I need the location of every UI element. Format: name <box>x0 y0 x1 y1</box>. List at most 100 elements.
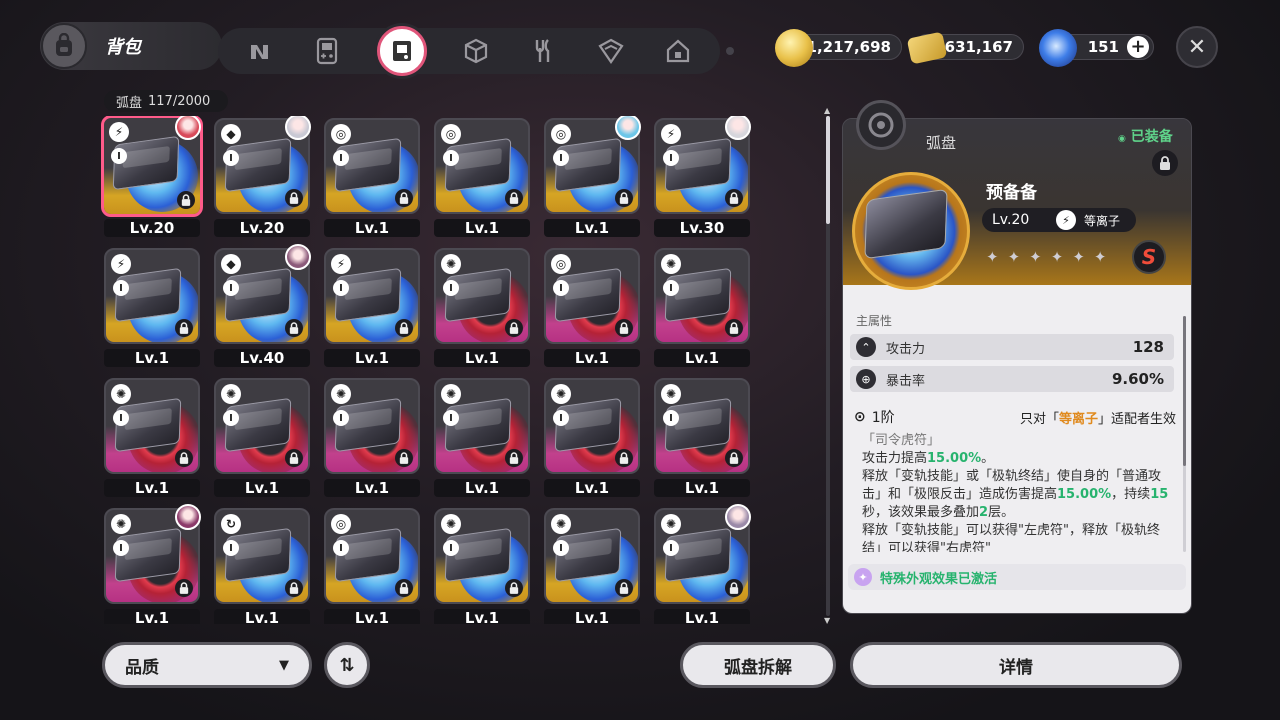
lock-icon[interactable] <box>395 319 413 337</box>
tier-row: ⊙ 1阶 只对「等离子」适配者生效 <box>854 406 1176 428</box>
tab-scroll-dot <box>726 47 734 55</box>
lock-icon[interactable] <box>505 449 523 467</box>
rank-icon: I <box>113 410 129 426</box>
disc-card[interactable]: ◎ I Lv.1 <box>320 116 420 240</box>
disc-card[interactable]: ✺ I Lv.1 <box>540 506 640 624</box>
lock-icon[interactable] <box>395 189 413 207</box>
lock-icon[interactable] <box>285 579 303 597</box>
disc-stars: ✦ ✦ ✦ ✦ ✦ ✦ <box>986 248 1106 266</box>
rank-icon: I <box>333 540 349 556</box>
lock-icon[interactable] <box>395 579 413 597</box>
close-button[interactable]: ✕ <box>1176 26 1218 68</box>
disc-level-label: Lv.1 <box>654 609 750 624</box>
detail-lock-button[interactable] <box>1152 150 1178 176</box>
rank-icon: I <box>223 150 239 166</box>
disc-card-art: ✺ I <box>324 378 420 474</box>
disc-card[interactable]: ↻ I Lv.1 <box>210 506 310 624</box>
disc-card[interactable]: ◎ I Lv.1 <box>320 506 420 624</box>
lock-icon[interactable] <box>285 449 303 467</box>
category-tabbar <box>218 26 720 76</box>
description-scrollbar-thumb[interactable] <box>1183 316 1186 466</box>
disc-level-label: Lv.20 <box>214 219 310 237</box>
lock-icon[interactable] <box>615 579 633 597</box>
agent-avatar <box>285 244 311 270</box>
disc-card[interactable]: ✺ I Lv.1 <box>430 246 530 370</box>
currency-polychrome[interactable]: 151 + <box>1039 29 1154 67</box>
disc-card[interactable]: ✺ I Lv.1 <box>540 376 640 500</box>
attribute-icon: ✺ <box>111 514 131 534</box>
disc-card[interactable]: ✺ I Lv.1 <box>100 504 201 624</box>
tab-disc-drive[interactable] <box>376 26 427 76</box>
lock-icon[interactable] <box>285 189 303 207</box>
lock-icon[interactable] <box>395 449 413 467</box>
lock-icon[interactable] <box>505 189 523 207</box>
equipped-dot-icon: ◉ <box>1118 134 1126 144</box>
dismantle-button[interactable]: 弧盘拆解 <box>680 642 836 688</box>
lock-icon[interactable] <box>505 319 523 337</box>
tab-food[interactable] <box>525 33 561 69</box>
lock-icon[interactable] <box>725 189 743 207</box>
lock-icon[interactable] <box>505 579 523 597</box>
lock-icon[interactable] <box>725 319 743 337</box>
disc-card[interactable]: ✺ I Lv.1 <box>430 376 530 500</box>
lock-icon[interactable] <box>175 449 193 467</box>
disc-drive-icon <box>392 41 411 61</box>
sort-button[interactable]: ⇅ <box>324 642 370 688</box>
lock-icon[interactable] <box>177 191 195 209</box>
tab-home[interactable] <box>660 33 696 69</box>
disc-card[interactable]: ✺ I Lv.1 <box>430 506 530 624</box>
disc-card[interactable]: ✺ I Lv.1 <box>210 376 310 500</box>
details-button[interactable]: 详情 <box>850 642 1182 688</box>
add-currency-button[interactable]: + <box>1127 36 1149 58</box>
disc-card[interactable]: ⚡ I Lv.1 <box>320 246 420 370</box>
stat-name: 攻击力 <box>886 341 926 357</box>
lock-icon[interactable] <box>615 449 633 467</box>
rank-icon: I <box>443 280 459 296</box>
disc-card[interactable]: ◎ I Lv.1 <box>540 246 640 370</box>
disc-card[interactable]: ◎ I Lv.1 <box>540 116 641 240</box>
tab-n-logo[interactable] <box>242 33 278 69</box>
grid-scrollbar-thumb[interactable] <box>826 116 830 224</box>
disc-card[interactable]: ✺ I Lv.1 <box>650 376 750 500</box>
disc-card[interactable]: ✺ I Lv.1 <box>650 504 751 624</box>
lock-icon[interactable] <box>175 579 193 597</box>
rank-icon: I <box>113 280 129 296</box>
lock-icon[interactable] <box>725 579 743 597</box>
effect-line: 攻击力提高15.00%。 <box>862 451 995 466</box>
disc-card[interactable]: ◆ I Lv.40 <box>210 244 311 370</box>
currency-gold[interactable]: 1,217,698 <box>775 29 902 67</box>
currency-ticket[interactable]: 631,167 <box>906 31 1024 65</box>
tab-gameboy[interactable] <box>309 33 345 69</box>
home-icon <box>667 39 690 63</box>
attribute-icon: ◎ <box>441 124 461 144</box>
scroll-down-icon[interactable]: ▼ <box>824 616 830 625</box>
rank-icon: I <box>443 540 459 556</box>
special-appearance-status: ✦ 特殊外观效果已激活 <box>848 564 1186 590</box>
disc-card[interactable]: ✺ I Lv.1 <box>320 376 420 500</box>
lock-icon[interactable] <box>285 319 303 337</box>
tab-box[interactable] <box>593 33 629 69</box>
disc-card[interactable]: ◆ I Lv.20 <box>210 116 311 240</box>
disc-card[interactable]: ⚡ I Lv.30 <box>650 116 751 240</box>
agent-avatar <box>725 504 751 530</box>
tab-cube[interactable] <box>458 33 494 69</box>
disc-card[interactable]: ⚡ I Lv.1 <box>100 246 200 370</box>
lock-icon[interactable] <box>615 189 633 207</box>
disc-card[interactable]: ◎ I Lv.1 <box>430 116 530 240</box>
rank-icon: I <box>663 410 679 426</box>
lock-icon[interactable] <box>615 319 633 337</box>
disc-card[interactable]: ✺ I Lv.1 <box>650 246 750 370</box>
attribute-icon: ✺ <box>111 384 131 404</box>
stat-row-attack: ⌃ 攻击力 128 <box>850 334 1174 360</box>
lock-icon[interactable] <box>725 449 743 467</box>
attribute-icon: ⚡ <box>331 254 351 274</box>
disc-card[interactable]: ✺ I Lv.1 <box>100 376 200 500</box>
disc-level-label: Lv.40 <box>214 349 310 367</box>
scroll-up-icon[interactable]: ▲ <box>824 106 830 115</box>
lock-icon[interactable] <box>175 319 193 337</box>
stat-row-crit: ⊕ 暴击率 9.60% <box>850 366 1174 392</box>
disc-card[interactable]: ⚡ I Lv.20 <box>100 116 203 240</box>
quality-filter-dropdown[interactable]: 品质 ▼ <box>102 642 312 688</box>
set-effect-description: 「司令虎符」 攻击力提高15.00%。 释放「变轨技能」或「极轨终结」使自身的「… <box>862 432 1174 552</box>
rank-icon: I <box>443 410 459 426</box>
